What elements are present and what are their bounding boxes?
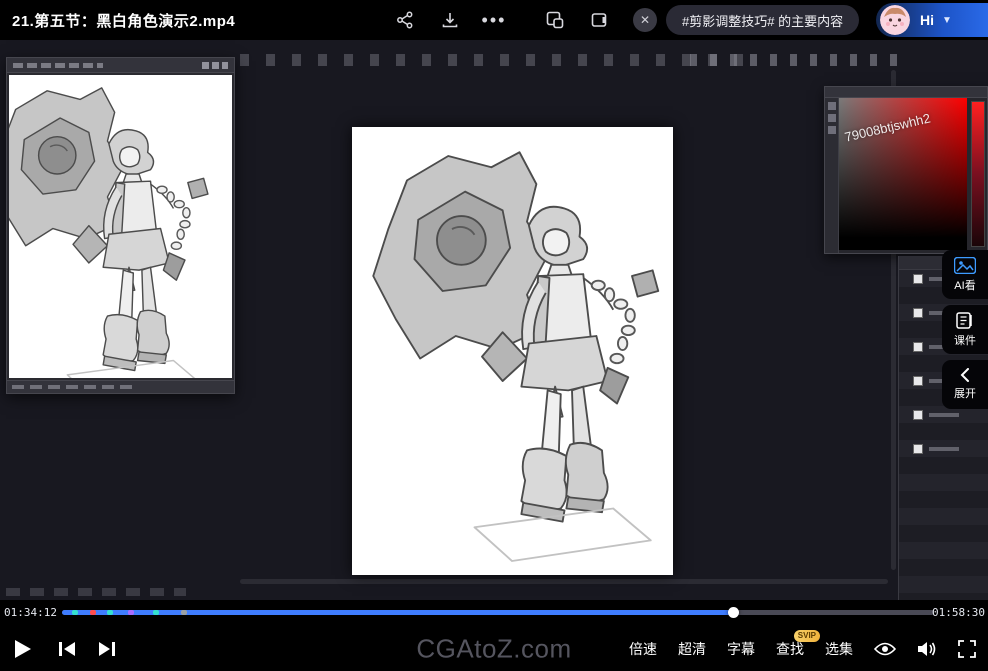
ai-view-label: AI看 (954, 277, 975, 293)
chapter-marker[interactable] (181, 610, 187, 615)
chapter-marker[interactable] (72, 610, 78, 615)
find-button[interactable]: 查找 SVIP (776, 639, 804, 659)
courseware-label: 课件 (954, 332, 976, 348)
play-button[interactable] (14, 639, 32, 659)
ps-main-canvas (352, 127, 673, 575)
miniplayer-icon[interactable] (588, 8, 612, 32)
hi-button[interactable]: Hi ▼ (876, 3, 988, 37)
find-label: 查找 (776, 641, 804, 657)
watch-together-button[interactable] (874, 641, 896, 657)
previous-button[interactable] (58, 641, 76, 657)
skip-next-icon (98, 641, 116, 657)
next-button[interactable] (98, 641, 116, 657)
eye-icon (874, 641, 896, 657)
chevron-left-icon (960, 368, 970, 382)
speed-button[interactable]: 倍速 (629, 639, 657, 659)
progress-thumb[interactable] (728, 607, 739, 618)
ps-panel-icons (690, 54, 910, 66)
screenshot-icon[interactable] (543, 8, 567, 32)
chapter-marker[interactable] (128, 610, 134, 615)
ps-options-bar (240, 54, 760, 66)
progress-track[interactable] (62, 610, 934, 615)
right-controls: 倍速 超清 字幕 查找 SVIP 选集 (629, 626, 976, 671)
quality-button[interactable]: 超清 (678, 639, 706, 659)
hi-label: Hi (920, 12, 934, 28)
expand-button[interactable]: 展开 (942, 360, 988, 409)
ps-color-picker-titlebar (825, 87, 987, 98)
progress-row: 01:34:12 01:58:30 (0, 600, 988, 626)
video-title: 21.第五节：黑白角色演示2.mp4 (12, 10, 235, 31)
player-controls: CGAtoZ.com 倍速 超清 字幕 查找 SVIP 选集 (0, 626, 988, 671)
expand-label: 展开 (954, 385, 976, 401)
fullscreen-icon (958, 640, 976, 658)
ps-status-bar (6, 588, 186, 596)
svip-badge: SVIP (794, 630, 820, 642)
close-icon: ✕ (640, 13, 650, 27)
play-icon (14, 639, 32, 659)
fullscreen-button[interactable] (958, 640, 976, 658)
ai-image-icon (954, 257, 976, 274)
ps-reference-statusbar (7, 380, 234, 393)
ai-view-button[interactable]: AI看 (942, 250, 988, 299)
download-icon[interactable] (438, 8, 462, 32)
ps-reference-window (6, 57, 235, 394)
playlist-button[interactable]: 选集 (825, 639, 853, 659)
ps-scrollbar-horizontal (240, 579, 888, 584)
volume-button[interactable] (917, 640, 937, 658)
ps-color-picker-panel: 79008btjswhh2 (824, 86, 988, 254)
reference-sketch-image (9, 75, 232, 378)
topic-pill[interactable]: #剪影调整技巧# 的主要内容 (666, 5, 859, 35)
chapter-marker[interactable] (90, 610, 96, 615)
character-sketch-image (352, 127, 673, 575)
site-watermark: CGAtoZ.com (416, 633, 571, 664)
ps-hue-slider[interactable] (971, 101, 985, 247)
ps-reference-titlebar (7, 58, 234, 73)
courseware-button[interactable]: 课件 (942, 305, 988, 354)
total-time: 01:58:30 (932, 606, 985, 619)
book-icon (956, 312, 974, 329)
video-frame[interactable]: 79008btjswhh2 AI看 课件 (0, 40, 988, 600)
chapter-marker[interactable] (153, 610, 159, 615)
skip-previous-icon (58, 641, 76, 657)
current-time: 01:34:12 (4, 606, 57, 619)
progress-fill (62, 610, 733, 615)
subtitle-button[interactable]: 字幕 (727, 639, 755, 659)
volume-icon (917, 640, 937, 658)
close-button[interactable]: ✕ (633, 8, 657, 32)
avatar[interactable] (880, 5, 910, 35)
more-icon[interactable]: ••• (482, 8, 506, 32)
chevron-down-icon: ▼ (942, 15, 952, 26)
chapter-marker[interactable] (107, 610, 113, 615)
ps-color-picker-tools (825, 98, 839, 253)
top-bar: 21.第五节：黑白角色演示2.mp4 ••• ✕ #剪影调整技巧# 的主要内容 (0, 0, 988, 40)
share-icon[interactable] (393, 8, 417, 32)
